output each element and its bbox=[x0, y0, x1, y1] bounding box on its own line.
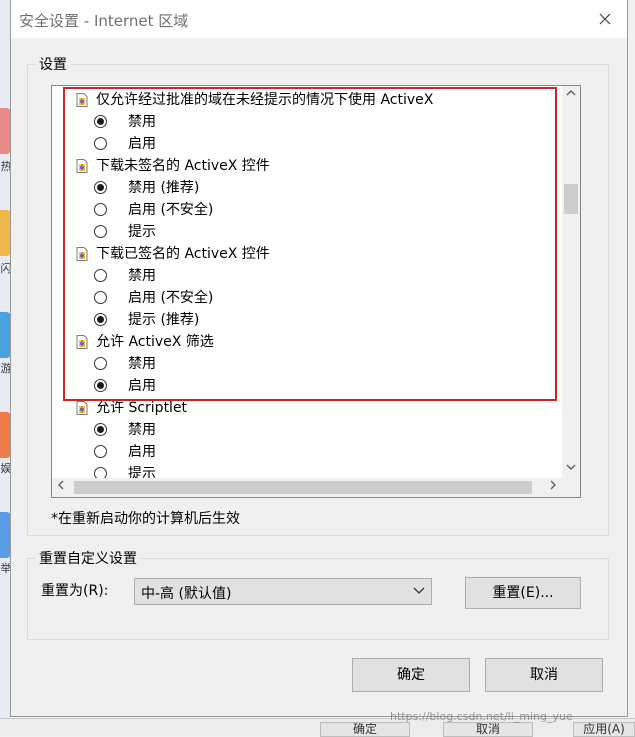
radio-option[interactable]: 提示 bbox=[52, 463, 156, 478]
settings-category-label: 仅允许经过批准的域在未经提示的情况下使用 ActiveX bbox=[96, 92, 434, 108]
radio-option-label[interactable]: 禁用 bbox=[128, 422, 156, 438]
radio-option-label[interactable]: 禁用 bbox=[128, 356, 156, 372]
horizontal-scrollbar[interactable] bbox=[52, 478, 562, 497]
radio-unselected-icon[interactable] bbox=[94, 467, 107, 478]
radio-option-label[interactable]: 启用 (不安全) bbox=[128, 290, 213, 306]
radio-selected-icon[interactable] bbox=[94, 423, 107, 436]
radio-unselected-icon[interactable] bbox=[94, 357, 107, 370]
radio-option-label[interactable]: 禁用 (推荐) bbox=[128, 180, 199, 196]
title-bar[interactable]: 安全设置 - Internet 区域 bbox=[11, 0, 627, 38]
radio-option[interactable]: 禁用 bbox=[52, 265, 156, 287]
ok-button[interactable]: 确定 bbox=[352, 658, 470, 692]
cancel-button[interactable]: 取消 bbox=[485, 658, 603, 692]
radio-option-label[interactable]: 启用 (不安全) bbox=[128, 202, 213, 218]
radio-option-label[interactable]: 提示 bbox=[128, 466, 156, 478]
radio-option[interactable]: 禁用 bbox=[52, 353, 156, 375]
radio-unselected-icon[interactable] bbox=[94, 291, 107, 304]
radio-option[interactable]: 启用 bbox=[52, 375, 156, 397]
radio-unselected-icon[interactable] bbox=[94, 225, 107, 238]
scroll-left-arrow-icon[interactable] bbox=[52, 478, 70, 497]
watermark: https://blog.csdn.net/li_ming_yue bbox=[390, 710, 573, 723]
radio-option-label[interactable]: 启用 bbox=[128, 444, 156, 460]
radio-unselected-icon[interactable] bbox=[94, 203, 107, 216]
radio-option-label[interactable]: 提示 (推荐) bbox=[128, 312, 199, 328]
radio-option[interactable]: 提示 bbox=[52, 221, 156, 243]
radio-option-label[interactable]: 启用 bbox=[128, 136, 156, 152]
settings-category: 仅允许经过批准的域在未经提示的情况下使用 ActiveX bbox=[52, 89, 433, 111]
security-level-select[interactable]: 中-高 (默认值) bbox=[134, 578, 432, 605]
settings-category-label: 下载已签名的 ActiveX 控件 bbox=[96, 246, 270, 262]
settings-category-icon bbox=[76, 93, 88, 107]
settings-category-icon bbox=[76, 401, 88, 415]
settings-group-label: 设置 bbox=[35, 54, 71, 74]
radio-option[interactable]: 禁用 bbox=[52, 111, 156, 133]
settings-category: 允许 Scriptlet bbox=[52, 397, 187, 419]
radio-unselected-icon[interactable] bbox=[94, 445, 107, 458]
settings-category-label: 允许 Scriptlet bbox=[96, 400, 188, 416]
security-settings-dialog: 安全设置 - Internet 区域 设置 仅允许经过批准的域在未经提示的情况下… bbox=[10, 0, 628, 717]
radio-option[interactable]: 提示 (推荐) bbox=[52, 309, 199, 331]
vertical-scroll-thumb[interactable] bbox=[564, 184, 578, 214]
reset-to-label: 重置为(R): bbox=[41, 583, 109, 599]
security-level-value: 中-高 (默认值) bbox=[141, 586, 232, 602]
settings-category-icon bbox=[76, 247, 88, 261]
scroll-up-arrow-icon[interactable] bbox=[562, 86, 580, 104]
radio-selected-icon[interactable] bbox=[94, 181, 107, 194]
window-title: 安全设置 - Internet 区域 bbox=[19, 12, 189, 30]
scroll-right-arrow-icon[interactable] bbox=[544, 478, 562, 497]
radio-option[interactable]: 启用 (不安全) bbox=[52, 287, 213, 309]
radio-option-label[interactable]: 禁用 bbox=[128, 114, 156, 130]
radio-option[interactable]: 启用 bbox=[52, 441, 156, 463]
settings-category-label: 下载未签名的 ActiveX 控件 bbox=[96, 158, 270, 174]
horizontal-scroll-thumb[interactable] bbox=[74, 481, 532, 494]
reset-button[interactable]: 重置(E)... bbox=[465, 577, 581, 609]
chevron-down-icon bbox=[413, 587, 425, 594]
radio-option-label[interactable]: 禁用 bbox=[128, 268, 156, 284]
close-icon bbox=[599, 13, 611, 25]
radio-option[interactable]: 禁用 bbox=[52, 419, 156, 441]
radio-unselected-icon[interactable] bbox=[94, 269, 107, 282]
radio-selected-icon[interactable] bbox=[94, 115, 107, 128]
close-button[interactable] bbox=[593, 8, 617, 30]
settings-category-label: 允许 ActiveX 筛选 bbox=[96, 334, 214, 350]
radio-option[interactable]: 启用 (不安全) bbox=[52, 199, 213, 221]
restart-note: *在重新启动你的计算机后生效 bbox=[51, 511, 240, 527]
radio-selected-icon[interactable] bbox=[94, 379, 107, 392]
settings-category-icon bbox=[76, 159, 88, 173]
radio-option-label[interactable]: 启用 bbox=[128, 378, 156, 394]
settings-category: 下载未签名的 ActiveX 控件 bbox=[52, 155, 270, 177]
scroll-down-arrow-icon[interactable] bbox=[562, 460, 580, 478]
radio-unselected-icon[interactable] bbox=[94, 137, 107, 150]
reset-group-label: 重置自定义设置 bbox=[35, 548, 141, 568]
radio-selected-icon[interactable] bbox=[94, 313, 107, 326]
settings-category-icon bbox=[76, 335, 88, 349]
settings-list[interactable]: 仅允许经过批准的域在未经提示的情况下使用 ActiveX 禁用 启用 下载未签名的 A… bbox=[51, 85, 581, 498]
settings-category: 允许 ActiveX 筛选 bbox=[52, 331, 214, 353]
scrollbar-corner bbox=[562, 478, 580, 497]
settings-list-viewport: 仅允许经过批准的域在未经提示的情况下使用 ActiveX 禁用 启用 下载未签名的 A… bbox=[52, 86, 562, 478]
radio-option[interactable]: 启用 bbox=[52, 133, 156, 155]
vertical-scrollbar[interactable] bbox=[562, 86, 580, 478]
radio-option[interactable]: 禁用 (推荐) bbox=[52, 177, 199, 199]
settings-category: 下载已签名的 ActiveX 控件 bbox=[52, 243, 270, 265]
radio-option-label[interactable]: 提示 bbox=[128, 224, 156, 240]
